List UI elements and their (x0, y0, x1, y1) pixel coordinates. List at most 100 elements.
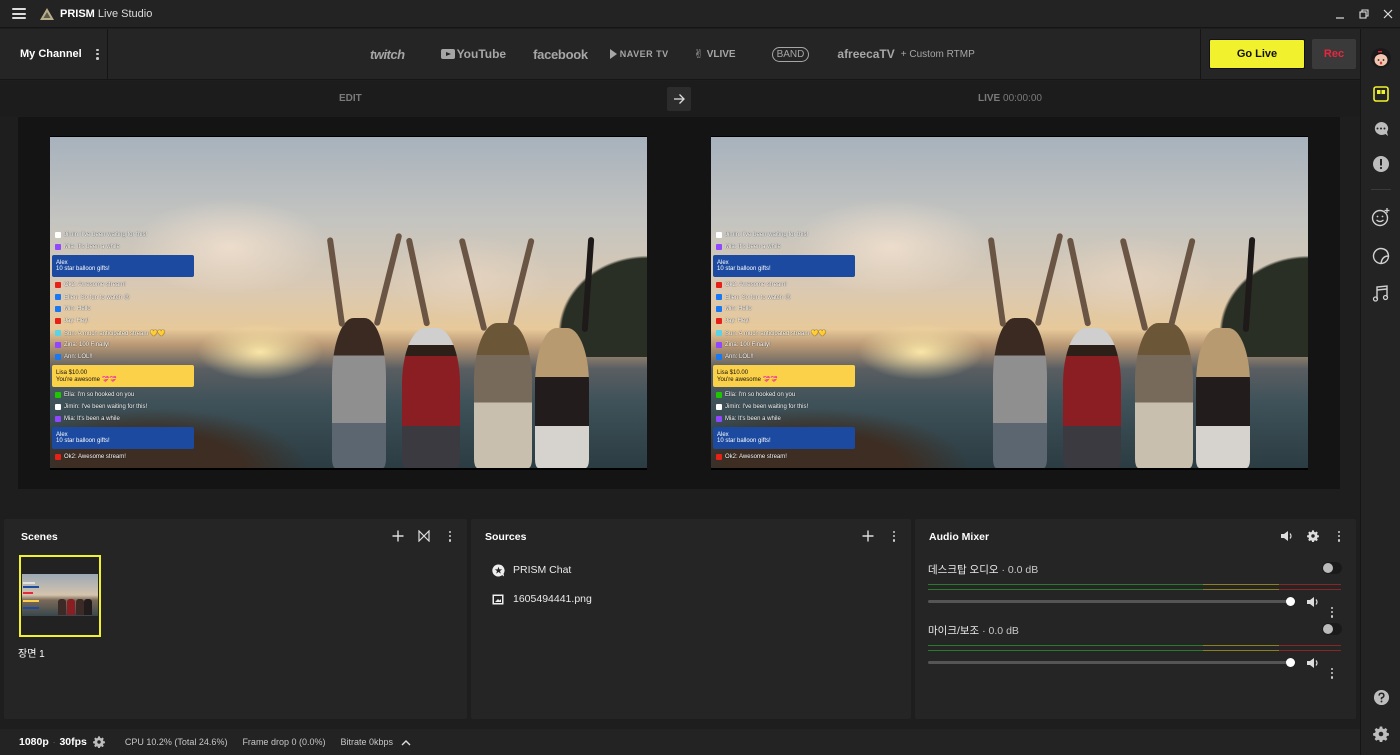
kebab-icon (890, 530, 898, 542)
minimize-button[interactable] (1328, 0, 1352, 28)
help-button[interactable] (1361, 685, 1400, 709)
chevron-up-icon (401, 739, 411, 745)
source-item[interactable]: PRISM Chat (491, 563, 571, 577)
sticker-button[interactable] (1361, 244, 1400, 268)
beauty-effect-button[interactable] (1361, 205, 1400, 229)
chat-overlay: Jimin: I've been waiting for this! Mia: I… (52, 229, 194, 463)
chat-message-text: Ok2: Awesome stream! (64, 454, 126, 460)
chat-message-text: Jimin: I've been waiting for this! (725, 404, 809, 410)
chat-message: Mia: It's been a while (713, 413, 855, 425)
channel-mute-button[interactable] (1306, 595, 1320, 609)
volume-slider[interactable] (928, 658, 1295, 667)
add-scene-button[interactable] (391, 529, 405, 543)
kebab-icon (446, 530, 454, 542)
chat-message-text: Ok2: Awesome stream! (725, 282, 787, 288)
close-button[interactable] (1376, 0, 1400, 28)
edit-preview[interactable]: Jimin: I've been waiting for this! Mia: I… (50, 136, 647, 470)
hamburger-icon[interactable] (12, 8, 26, 19)
raised-arm (373, 232, 403, 327)
chat-message-text: Mia: It's been a while (725, 244, 781, 250)
chat-message-text: Jimin: I've been waiting for this! (64, 404, 148, 410)
platform-facebook[interactable]: facebook (533, 47, 588, 62)
chat-card-text: 10 star balloon gifts! (56, 438, 110, 444)
chat-message: Jay: Hey! (713, 315, 855, 327)
platform-naver-tv[interactable]: NAVER TV (610, 49, 669, 59)
level-meter (928, 589, 1341, 590)
go-live-button[interactable]: Go Live (1209, 39, 1305, 69)
output-settings-button[interactable] (92, 736, 105, 748)
chat-message-text: Ok2: Awesome stream! (64, 282, 126, 288)
image-icon (491, 592, 505, 606)
volume-slider[interactable] (928, 597, 1295, 606)
level-meter (928, 584, 1341, 585)
channel-mute-button[interactable] (1306, 656, 1320, 670)
master-volume-button[interactable] (1280, 529, 1294, 543)
expand-stats-button[interactable] (401, 739, 411, 746)
platform-twitch[interactable]: twitch (370, 47, 405, 62)
scene-transition-button[interactable] (417, 529, 431, 543)
chat-message: Min: Hello (52, 303, 194, 315)
broadcast-controls: Go Live Rec (1200, 29, 1360, 79)
custom-rtmp-button[interactable]: + Custom RTMP (901, 49, 975, 60)
my-channel[interactable]: My Channel (0, 29, 108, 79)
twitch-icon (55, 416, 61, 422)
volume-slider-knob[interactable] (1286, 597, 1295, 606)
youtube-icon (716, 318, 722, 324)
channel-more-button[interactable] (1328, 657, 1336, 679)
bitrate: Bitrate 0kbps (340, 737, 393, 747)
separator: · (52, 737, 56, 747)
scene-thumbnail[interactable] (19, 555, 101, 637)
scenes-more-button[interactable] (443, 529, 457, 543)
platform-list: twitch YouTube facebook NAVER TV ✌ VLIVE … (360, 29, 975, 79)
chat-message: Mia: It's been a while (713, 241, 855, 253)
platform-band[interactable]: BAND (771, 46, 810, 62)
naver-tv-icon (55, 392, 61, 398)
chat-button[interactable] (1361, 117, 1400, 141)
naver-icon (716, 404, 722, 410)
music-button[interactable] (1361, 281, 1400, 305)
platform-afreecatv[interactable]: afreecaTV (837, 47, 894, 61)
platform-youtube[interactable]: YouTube (440, 47, 507, 61)
title-bar: PRISM Live Studio (0, 0, 1400, 28)
preview-area: Jimin: I've been waiting for this! Mia: I… (18, 117, 1340, 489)
chat-message: Ann: LOL!! (52, 351, 194, 363)
audio-more-button[interactable] (1332, 529, 1346, 543)
sources-more-button[interactable] (887, 529, 901, 543)
channel-toggle[interactable] (1322, 562, 1342, 574)
swap-preview-button[interactable] (667, 87, 691, 111)
thumb-chat-line (23, 586, 39, 588)
my-channel-more-icon[interactable] (94, 48, 102, 60)
channel-more-button[interactable] (1328, 596, 1336, 618)
chat-message: Sun: A much anticipated stream 💛💛 (713, 327, 855, 339)
profile-avatar[interactable] (1361, 43, 1400, 73)
notice-button[interactable] (1361, 152, 1400, 176)
chat-message: Jimin: I've been waiting for this! (713, 229, 855, 241)
channel-toggle[interactable] (1322, 623, 1342, 635)
minimize-icon (1336, 17, 1344, 19)
live-preview[interactable]: Jimin: I've been waiting for this! Mia: I… (711, 136, 1308, 470)
kebab-icon (1328, 667, 1336, 679)
chat-message-text: Mia: It's been a while (725, 416, 781, 422)
rec-button[interactable]: Rec (1312, 39, 1356, 69)
scene-background-image: Jimin: I've been waiting for this! Mia: I… (711, 137, 1308, 468)
exclamation-icon (1373, 156, 1389, 172)
live-status: LIVE 00:00:00 (978, 81, 1042, 117)
restore-icon (1359, 9, 1369, 19)
music-note-icon (1372, 285, 1389, 302)
vlive-icon (55, 330, 61, 336)
speaker-icon (1306, 658, 1318, 668)
scene-name[interactable]: 장면 1 (18, 645, 45, 660)
platform-youtube-label: YouTube (456, 47, 507, 61)
source-item[interactable]: 1605494441.png (491, 592, 592, 606)
naver-icon (55, 404, 61, 410)
volume-slider-knob[interactable] (1286, 658, 1295, 667)
add-source-button[interactable] (861, 529, 875, 543)
layout-button[interactable] (1361, 82, 1400, 106)
scene-background-image: Jimin: I've been waiting for this! Mia: I… (50, 137, 647, 468)
settings-button[interactable] (1361, 722, 1400, 746)
audio-settings-button[interactable] (1306, 529, 1320, 543)
kebab-icon (1335, 530, 1343, 542)
platform-vlive[interactable]: ✌ VLIVE (694, 47, 736, 61)
kebab-icon (1328, 606, 1336, 618)
restore-button[interactable] (1352, 0, 1376, 28)
